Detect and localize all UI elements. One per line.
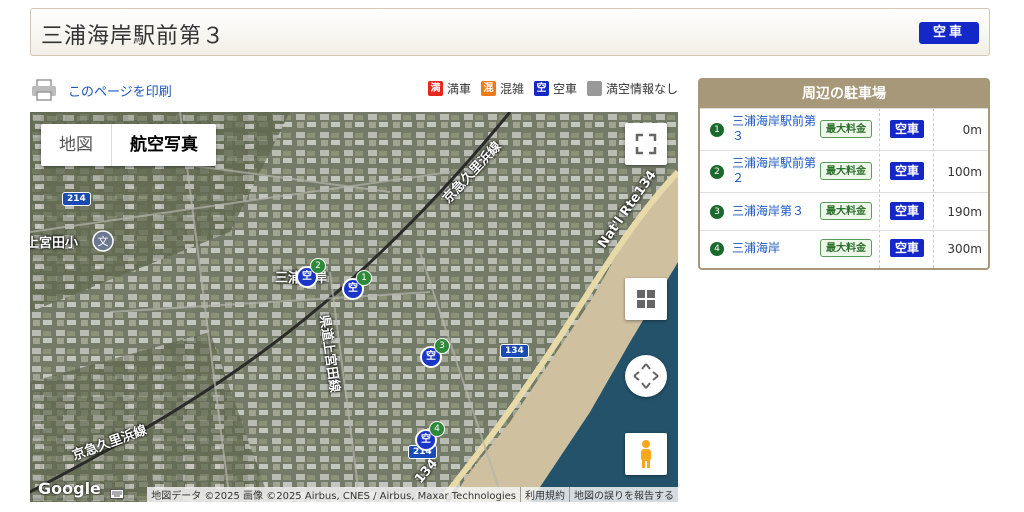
map[interactable]: 地図 航空写真 上宮田小 文 三浦海岸 京急久里浜線 京急久里浜線 県道上宮田線… <box>30 112 678 502</box>
vacant-icon: 空 <box>533 81 549 96</box>
full-icon: 満 <box>427 81 443 96</box>
parking-name-link[interactable]: 三浦海岸 <box>732 241 818 256</box>
status-badge: 空車 <box>890 120 924 138</box>
parking-name-link[interactable]: 三浦海岸駅前第３ <box>732 114 818 144</box>
row-number: 4 <box>710 242 724 256</box>
page-header: 三浦海岸駅前第３ 空車 <box>30 8 990 56</box>
parking-row[interactable]: 3 三浦海岸第３ 最大料金 空車 190m <box>700 192 988 231</box>
parking-marker-2[interactable]: 空 2 <box>296 258 326 288</box>
page-title: 三浦海岸駅前第３ <box>41 24 226 49</box>
parking-row[interactable]: 1 三浦海岸駅前第３ 最大料金 空車 0m <box>700 108 988 151</box>
street-view-button[interactable] <box>625 433 667 475</box>
parking-name-link[interactable]: 三浦海岸駅前第２ <box>732 156 818 186</box>
no-info-icon <box>586 81 602 96</box>
row-number: 3 <box>710 205 724 219</box>
distance: 190m <box>947 205 982 219</box>
map-attribution: 地図データ ©2025 画像 ©2025 Airbus, CNES / Airb… <box>147 487 678 502</box>
panel-title: 周辺の駐車場 <box>700 80 988 108</box>
legend: 満 満車 混 混雑 空 空車 満空情報なし <box>427 80 678 97</box>
print-link[interactable]: このページを印刷 <box>68 81 172 100</box>
distance: 300m <box>947 242 982 256</box>
legend-label: 空車 <box>552 82 577 96</box>
map-type-map[interactable]: 地図 <box>41 124 112 166</box>
report-error-link[interactable]: 地図の誤りを報告する <box>569 487 678 502</box>
busy-icon: 混 <box>480 81 496 96</box>
row-number: 2 <box>710 165 724 179</box>
row-number: 1 <box>710 123 724 137</box>
route-shield: 214 <box>62 192 91 206</box>
max-fee-tag: 最大料金 <box>820 120 872 138</box>
distance: 100m <box>947 165 982 179</box>
marker-number: 3 <box>434 338 450 354</box>
legend-label: 混雑 <box>499 82 524 96</box>
status-badge: 空車 <box>890 162 924 180</box>
legend-label: 満車 <box>446 82 471 96</box>
printer-icon[interactable] <box>30 78 58 102</box>
parking-name-link[interactable]: 三浦海岸第３ <box>732 204 818 219</box>
status-badge: 空車 <box>890 202 924 220</box>
fullscreen-icon <box>635 133 657 155</box>
marker-number: 1 <box>356 270 372 286</box>
svg-text:文: 文 <box>98 234 109 248</box>
camera-control[interactable] <box>625 355 667 397</box>
pan-arrows-icon <box>633 363 659 389</box>
max-fee-tag: 最大料金 <box>820 162 872 180</box>
parking-marker-4[interactable]: 空 4 <box>415 421 445 451</box>
map-type-satellite[interactable]: 航空写真 <box>112 124 216 166</box>
school-icon: 文 <box>92 230 114 252</box>
legend-busy: 混 混雑 <box>480 80 524 97</box>
terms-link[interactable]: 利用規約 <box>520 487 569 502</box>
attribution-text: 地図データ ©2025 画像 ©2025 Airbus, CNES / Airb… <box>151 491 516 502</box>
legend-vacant: 空 空車 <box>533 80 577 97</box>
google-logo: Google <box>38 479 101 498</box>
fullscreen-button[interactable] <box>625 123 667 165</box>
keyboard-icon[interactable] <box>110 489 124 499</box>
status-badge: 空車 <box>890 239 924 257</box>
parking-marker-3[interactable]: 空 3 <box>420 338 450 368</box>
legend-noinfo: 満空情報なし <box>586 80 678 97</box>
parking-marker-1[interactable]: 空 1 <box>342 270 372 300</box>
distance: 0m <box>962 123 982 137</box>
layers-button[interactable] <box>625 278 667 320</box>
max-fee-tag: 最大料金 <box>820 202 872 220</box>
legend-label: 満空情報なし <box>605 82 678 96</box>
marker-number: 2 <box>310 258 326 274</box>
pegman-icon <box>641 440 651 468</box>
grid-icon <box>637 290 655 308</box>
map-type-control[interactable]: 地図 航空写真 <box>41 124 216 166</box>
marker-number: 4 <box>429 421 445 437</box>
status-badge: 空車 <box>919 22 979 44</box>
parking-row[interactable]: 4 三浦海岸 最大料金 空車 300m <box>700 230 988 267</box>
route-shield: 134 <box>500 344 529 358</box>
legend-full: 満 満車 <box>427 80 471 97</box>
school-label: 上宮田小 <box>30 236 79 251</box>
parking-row[interactable]: 2 三浦海岸駅前第２ 最大料金 空車 100m <box>700 150 988 193</box>
max-fee-tag: 最大料金 <box>820 239 872 257</box>
nearby-parking-panel: 周辺の駐車場 1 三浦海岸駅前第３ 最大料金 空車 0m 2 三浦海岸駅前第２ … <box>698 78 990 270</box>
